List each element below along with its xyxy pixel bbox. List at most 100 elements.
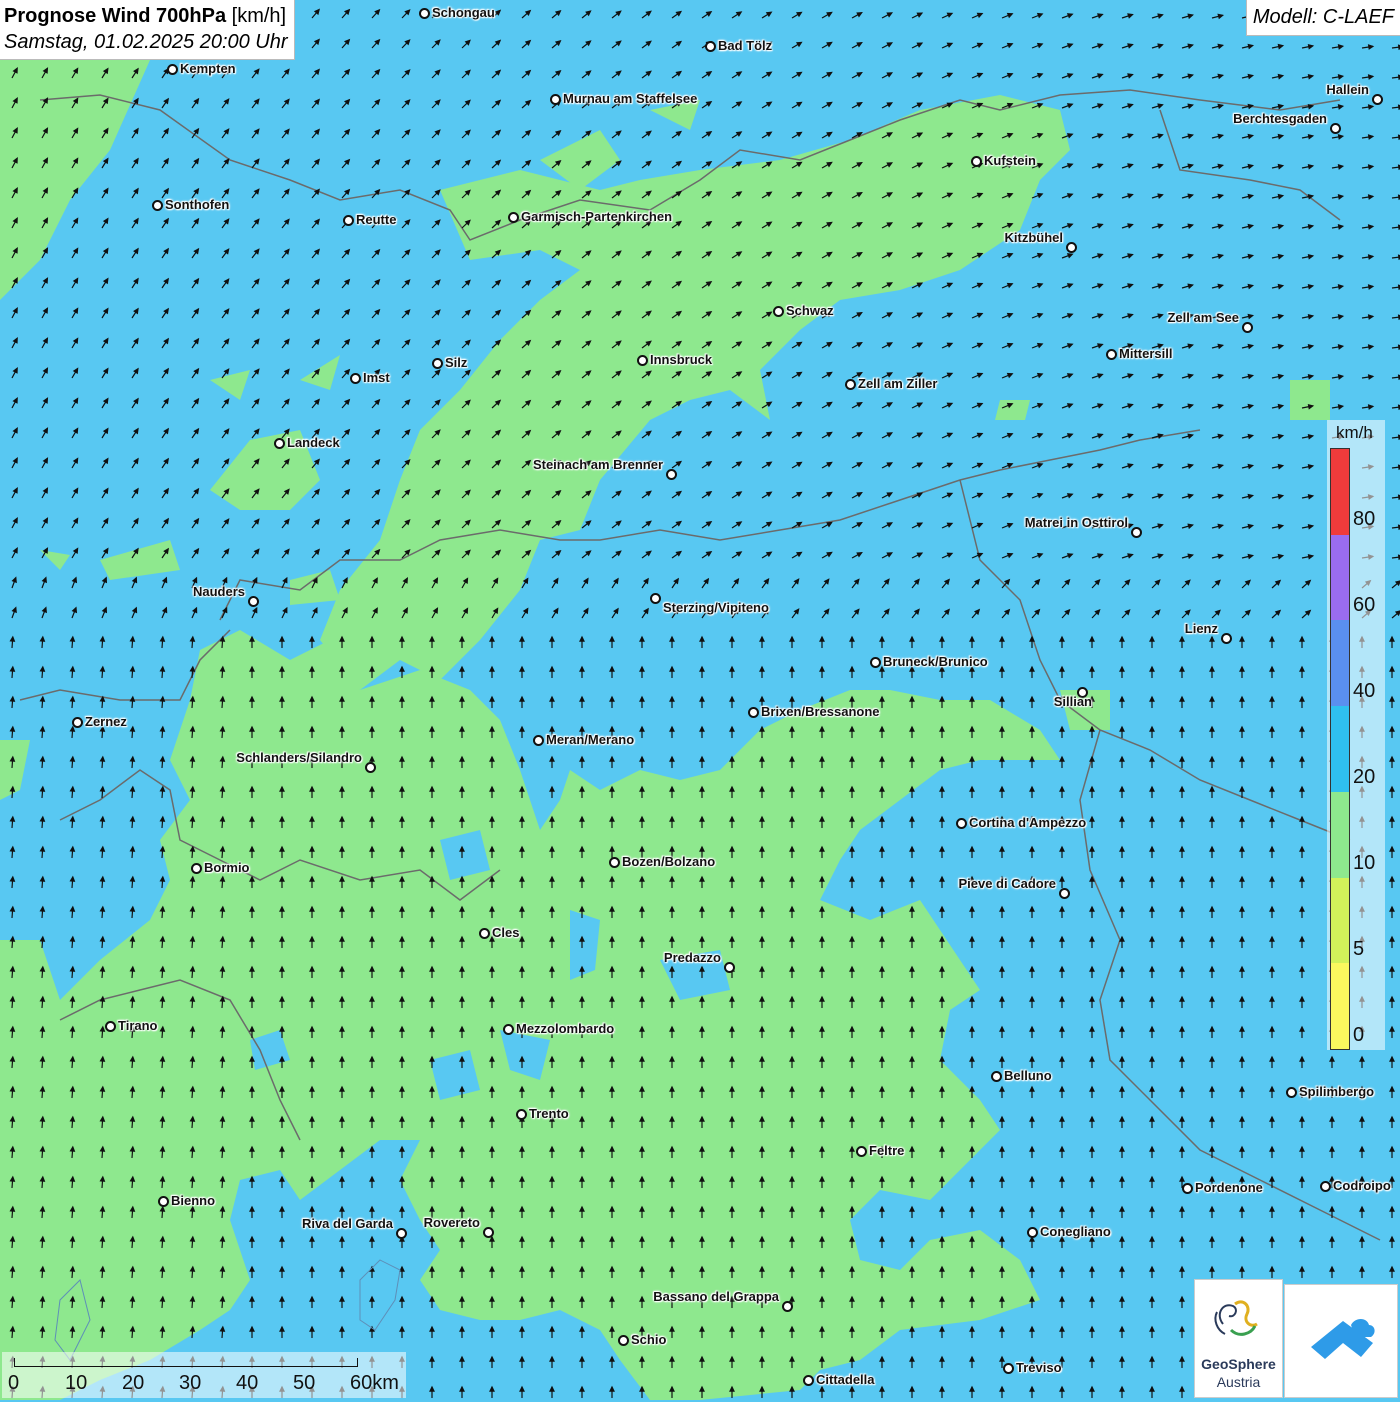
city-marker [248, 596, 259, 607]
city-label: Garmisch-Partenkirchen [521, 209, 672, 224]
city-marker [666, 469, 677, 480]
city-label: Kitzbühel [1005, 230, 1064, 245]
city-marker [1131, 527, 1142, 538]
model-label: Modell: C-LAEF [1246, 0, 1400, 36]
legend-segment [1331, 706, 1349, 792]
weather-app-logo[interactable] [1284, 1284, 1398, 1398]
city-label: Bozen/Bolzano [622, 854, 715, 869]
city-label: Zernez [85, 714, 127, 729]
legend: km/h 806040201050 [1327, 420, 1385, 1050]
city-marker [609, 857, 620, 868]
city-marker [1320, 1181, 1331, 1192]
city-marker [479, 928, 490, 939]
city-marker [503, 1024, 514, 1035]
city-label: Mezzolombardo [516, 1021, 614, 1036]
city-marker [1027, 1227, 1038, 1238]
legend-unit: km/h [1336, 423, 1373, 443]
city-marker [1242, 322, 1253, 333]
city-marker [1286, 1087, 1297, 1098]
city-label: Riva del Garda [302, 1216, 393, 1231]
logo-text-line2: Austria [1195, 1374, 1282, 1390]
legend-segment [1331, 620, 1349, 706]
city-marker [1221, 633, 1232, 644]
city-label: Pordenone [1195, 1180, 1263, 1195]
city-marker [396, 1228, 407, 1239]
city-label: Kempten [180, 61, 236, 76]
city-label: Zell am See [1167, 310, 1239, 325]
city-marker [1330, 123, 1341, 134]
city-marker [845, 379, 856, 390]
city-label: Tirano [118, 1018, 158, 1033]
city-label: Meran/Merano [546, 732, 634, 747]
scale-tick-label: 0 [8, 1372, 19, 1395]
city-label: Silz [445, 355, 467, 370]
city-label: Berchtesgaden [1233, 111, 1327, 126]
city-marker [343, 215, 354, 226]
city-marker [1372, 94, 1383, 105]
legend-label: 60 [1353, 594, 1375, 617]
city-label: Schwaz [786, 303, 834, 318]
city-label: Codroipo [1333, 1178, 1391, 1193]
city-label: Cittadella [816, 1372, 875, 1387]
city-marker [105, 1021, 116, 1032]
map-title-box: Prognose Wind 700hPa [km/h] Samstag, 01.… [0, 0, 295, 60]
city-label: Nauders [193, 584, 245, 599]
city-label: Brixen/Bressanone [761, 704, 880, 719]
map-subtitle: Samstag, 01.02.2025 20:00 Uhr [4, 29, 288, 55]
city-label: Landeck [287, 435, 340, 450]
city-label: Bienno [171, 1193, 215, 1208]
scale-tick-label: 50 [293, 1372, 315, 1395]
scale-tick-label: 20 [122, 1372, 144, 1395]
city-label: Zell am Ziller [858, 376, 937, 391]
city-marker [705, 41, 716, 52]
city-marker [167, 64, 178, 75]
city-label: Trento [529, 1106, 569, 1121]
cloud-arrow-icon [1285, 1285, 1397, 1397]
city-label: Innsbruck [650, 352, 712, 367]
city-marker [550, 94, 561, 105]
city-marker [856, 1146, 867, 1157]
city-label: Sterzing/Vipiteno [663, 600, 769, 615]
city-marker [773, 306, 784, 317]
map-title: Prognose Wind 700hPa [km/h] [4, 3, 288, 29]
city-marker [956, 818, 967, 829]
city-marker [1106, 349, 1117, 360]
legend-segment [1331, 792, 1349, 878]
city-label: Matrei in Osttirol [1025, 515, 1128, 530]
geosphere-swirl-icon [1195, 1284, 1282, 1356]
city-label: Bad Tölz [718, 38, 772, 53]
city-marker [419, 8, 430, 19]
scale-tick-label: 40 [236, 1372, 258, 1395]
legend-segment [1331, 963, 1349, 1049]
city-label: Schlanders/Silandro [236, 750, 362, 765]
city-marker [724, 962, 735, 973]
city-label: Reutte [356, 212, 396, 227]
city-label: Predazzo [664, 950, 721, 965]
city-marker [516, 1109, 527, 1120]
city-label: Spilimbergo [1299, 1084, 1374, 1099]
legend-label: 20 [1353, 766, 1375, 789]
city-marker [152, 200, 163, 211]
city-label: Sillian [1054, 694, 1092, 709]
city-label: Murnau am Staffelsee [563, 91, 697, 106]
legend-segment [1331, 449, 1349, 535]
city-marker [1066, 242, 1077, 253]
city-marker [533, 735, 544, 746]
city-marker [991, 1071, 1002, 1082]
city-label: Sonthofen [165, 197, 229, 212]
legend-label: 40 [1353, 680, 1375, 703]
city-marker [748, 707, 759, 718]
city-label: Pieve di Cadore [958, 876, 1056, 891]
city-label: Rovereto [424, 1215, 480, 1230]
city-marker [158, 1196, 169, 1207]
city-label: Schio [631, 1332, 666, 1347]
city-label: Cortina d'Ampezzo [969, 815, 1086, 830]
legend-label: 80 [1353, 508, 1375, 531]
legend-label: 10 [1353, 852, 1375, 875]
geosphere-logo[interactable]: GeoSphere Austria [1194, 1279, 1283, 1398]
legend-label: 0 [1353, 1024, 1364, 1047]
city-marker [508, 212, 519, 223]
city-marker [483, 1227, 494, 1238]
city-label: Steinach am Brenner [533, 457, 663, 472]
legend-segment [1331, 878, 1349, 964]
